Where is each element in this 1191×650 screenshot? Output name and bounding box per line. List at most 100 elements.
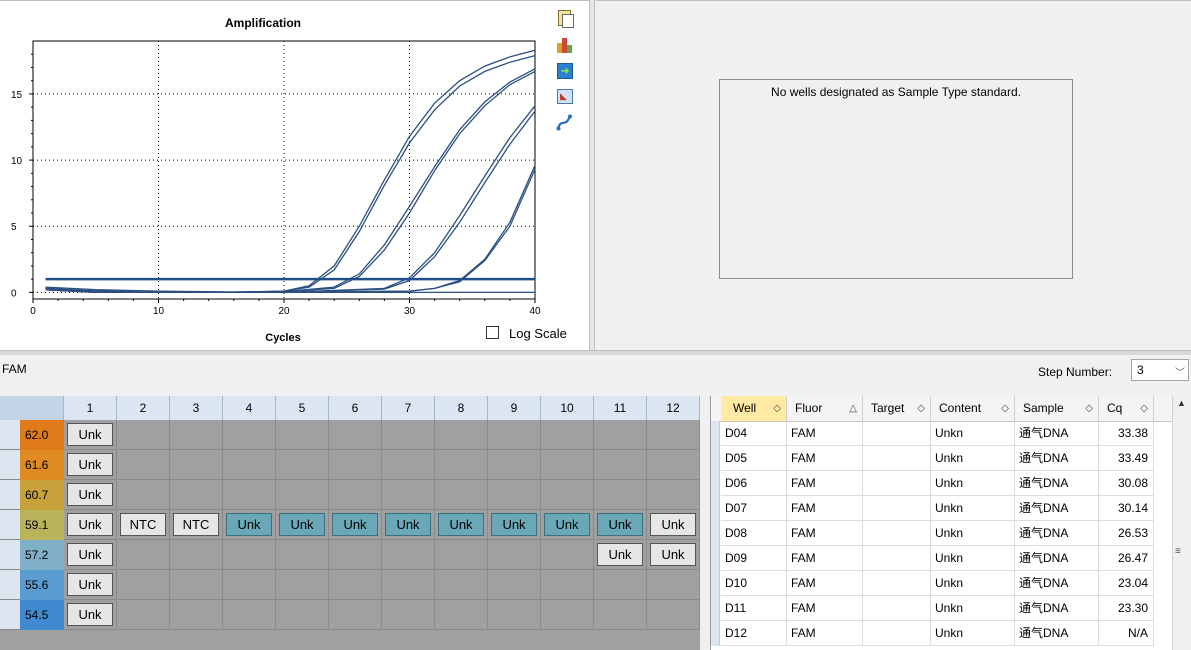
sort-icon[interactable]: ◇ <box>1001 396 1009 421</box>
sort-icon[interactable]: ◇ <box>917 396 925 421</box>
row-selector[interactable] <box>711 621 720 646</box>
plate-well[interactable] <box>647 480 700 510</box>
plate-well[interactable]: Unk <box>594 510 647 540</box>
plate-well[interactable]: Unk <box>64 540 117 570</box>
row-selector[interactable] <box>711 471 720 496</box>
plate-well[interactable] <box>117 600 170 630</box>
plate-column-header[interactable]: 6 <box>329 396 382 420</box>
plate-well[interactable] <box>594 570 647 600</box>
well-content-button[interactable]: Unk <box>67 573 113 596</box>
plate-well[interactable] <box>223 420 276 450</box>
sort-icon[interactable]: ◇ <box>1140 396 1148 421</box>
plate-column-header[interactable]: 9 <box>488 396 541 420</box>
plate-column-header[interactable]: 11 <box>594 396 647 420</box>
plate-well[interactable] <box>329 570 382 600</box>
well-content-button[interactable]: Unk <box>332 513 378 536</box>
plate-well[interactable]: NTC <box>117 510 170 540</box>
plate-well[interactable] <box>170 450 223 480</box>
plate-well[interactable] <box>435 540 488 570</box>
plate-row-header[interactable]: 61.6 <box>0 450 64 480</box>
sort-icon[interactable]: △ <box>849 396 857 421</box>
plate-column-header[interactable]: 7 <box>382 396 435 420</box>
plate-well[interactable] <box>329 540 382 570</box>
scroll-grip-icon[interactable]: ≡ <box>1175 546 1181 557</box>
plate-well[interactable] <box>382 600 435 630</box>
plate-row-header[interactable]: 54.5 <box>0 600 64 630</box>
plate-well[interactable] <box>117 450 170 480</box>
plate-well[interactable] <box>276 450 329 480</box>
well-content-button[interactable]: Unk <box>67 603 113 626</box>
plate-well[interactable] <box>382 450 435 480</box>
log-scale-checkbox[interactable] <box>486 326 499 339</box>
plate-well[interactable]: Unk <box>64 510 117 540</box>
plate-well[interactable] <box>488 450 541 480</box>
curve-tools-icon[interactable] <box>556 113 574 133</box>
plate-well[interactable]: Unk <box>223 510 276 540</box>
plate-well[interactable] <box>594 480 647 510</box>
table-row[interactable]: D10 FAM Unkn 通气DNA 23.04 <box>711 571 1174 596</box>
plate-column-header[interactable]: 12 <box>647 396 700 420</box>
plate-column-header[interactable]: 1 <box>64 396 117 420</box>
plate-well[interactable] <box>488 540 541 570</box>
plate-well[interactable]: Unk <box>64 450 117 480</box>
plate-well[interactable] <box>435 450 488 480</box>
plate-column-header[interactable]: 3 <box>170 396 223 420</box>
vertical-scrollbar[interactable]: ▲ ≡ <box>1172 396 1191 650</box>
table-row[interactable]: D12 FAM Unkn 通气DNA N/A <box>711 621 1174 646</box>
plate-well[interactable] <box>647 570 700 600</box>
plate-well[interactable] <box>488 480 541 510</box>
well-content-button[interactable]: Unk <box>67 513 113 536</box>
plate-well[interactable] <box>170 480 223 510</box>
plate-well[interactable]: Unk <box>488 510 541 540</box>
column-header-content[interactable]: Content ◇ <box>931 396 1015 421</box>
plate-well[interactable] <box>117 480 170 510</box>
table-row[interactable]: D04 FAM Unkn 通气DNA 33.38 <box>711 421 1174 446</box>
well-content-button[interactable]: Unk <box>544 513 590 536</box>
well-content-button[interactable]: Unk <box>597 513 643 536</box>
plate-row-header[interactable]: 62.0 <box>0 420 64 450</box>
well-content-button[interactable]: Unk <box>597 543 643 566</box>
plate-well[interactable] <box>594 450 647 480</box>
plate-well[interactable]: Unk <box>435 510 488 540</box>
plate-well[interactable] <box>223 540 276 570</box>
plate-well[interactable] <box>594 600 647 630</box>
table-row[interactable]: D05 FAM Unkn 通气DNA 33.49 <box>711 446 1174 471</box>
plate-well[interactable]: Unk <box>541 510 594 540</box>
plate-well[interactable] <box>223 570 276 600</box>
well-content-button[interactable]: Unk <box>385 513 431 536</box>
plate-well[interactable] <box>276 540 329 570</box>
plate-row-header[interactable]: 55.6 <box>0 570 64 600</box>
plate-well[interactable] <box>170 420 223 450</box>
plate-well[interactable] <box>488 600 541 630</box>
plate-column-header[interactable]: 2 <box>117 396 170 420</box>
well-content-button[interactable]: NTC <box>120 513 166 536</box>
plate-well[interactable] <box>223 480 276 510</box>
plate-well[interactable] <box>435 570 488 600</box>
plate-well[interactable]: Unk <box>64 480 117 510</box>
well-content-button[interactable]: Unk <box>67 543 113 566</box>
plate-well[interactable] <box>276 480 329 510</box>
table-row[interactable]: D11 FAM Unkn 通气DNA 23.30 <box>711 596 1174 621</box>
column-header-target[interactable]: Target ◇ <box>863 396 931 421</box>
plate-well[interactable] <box>223 600 276 630</box>
plate-well[interactable] <box>329 420 382 450</box>
plate-well[interactable] <box>435 600 488 630</box>
plate-well[interactable] <box>594 420 647 450</box>
plate-well[interactable] <box>488 570 541 600</box>
plate-well[interactable] <box>647 420 700 450</box>
plate-well[interactable] <box>541 420 594 450</box>
row-selector[interactable] <box>711 421 720 446</box>
copy-icon[interactable] <box>556 9 574 29</box>
well-content-button[interactable]: Unk <box>650 513 696 536</box>
plate-well[interactable] <box>382 420 435 450</box>
plate-well[interactable]: Unk <box>64 420 117 450</box>
plate-well[interactable] <box>329 450 382 480</box>
plate-well[interactable] <box>647 450 700 480</box>
plate-row-header[interactable]: 59.1 <box>0 510 64 540</box>
plate-well[interactable] <box>541 480 594 510</box>
plate-well[interactable]: Unk <box>647 510 700 540</box>
plate-column-header[interactable]: 5 <box>276 396 329 420</box>
plate-well[interactable] <box>276 570 329 600</box>
plate-well[interactable]: Unk <box>64 570 117 600</box>
plate-well[interactable]: Unk <box>594 540 647 570</box>
